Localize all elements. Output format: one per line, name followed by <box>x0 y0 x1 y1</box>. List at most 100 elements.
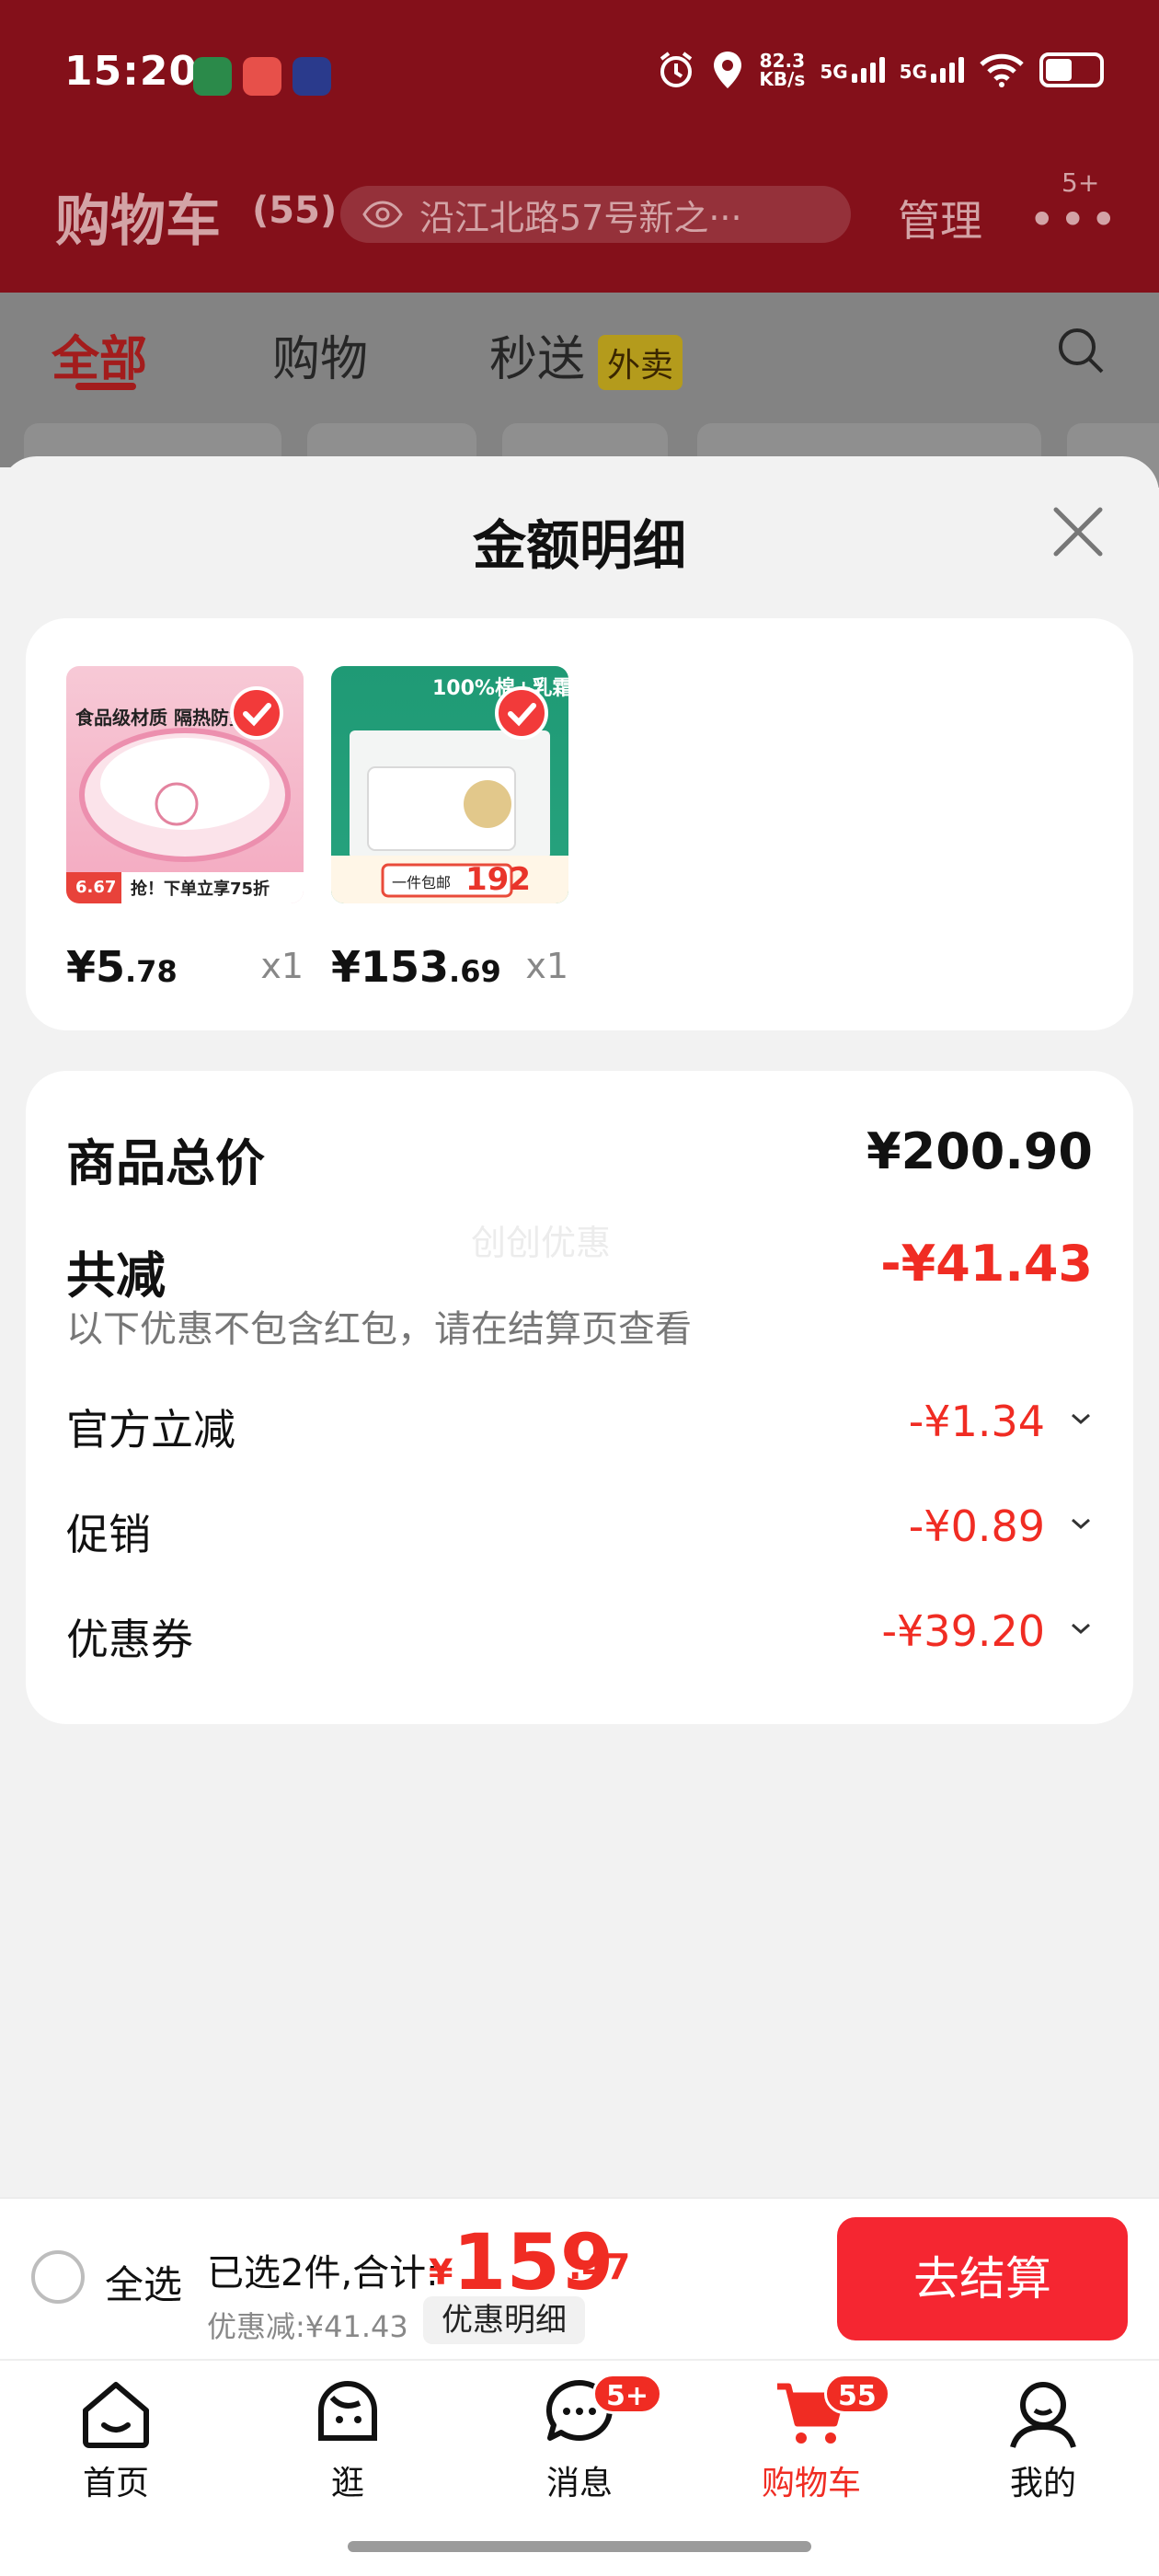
tab-shopping-label: 购物 <box>272 332 369 387</box>
sheet-title: 金额明细 <box>472 514 686 577</box>
thumbnail-tag: 192 <box>465 861 531 898</box>
sim1-label: 5G <box>820 61 848 83</box>
total-currency: ¥ <box>429 2252 453 2293</box>
discount-note: 以下优惠不包含红包，请在结算页查看 <box>66 1308 692 1351</box>
tabbar-browse[interactable]: 逛 <box>274 2374 421 2504</box>
battery-icon <box>1039 52 1104 87</box>
tab-all[interactable]: 全部 <box>52 320 147 389</box>
tab-instant-label: 秒送 <box>489 332 586 387</box>
chevron-down-icon[interactable] <box>1069 1409 1093 1428</box>
app-notification-icon <box>243 57 281 96</box>
close-icon[interactable] <box>1049 502 1107 561</box>
selected-check-icon[interactable] <box>230 686 283 740</box>
status-bar: 15:20 82.3 KB/s 5G 5G <box>0 0 1159 153</box>
network-speed: 82.3 KB/s <box>759 52 805 88</box>
home-indicator[interactable] <box>348 2541 811 2552</box>
thumbnail-tag: 6.67 <box>75 878 117 897</box>
network-speed-unit: KB/s <box>759 68 806 90</box>
eye-icon <box>362 201 403 228</box>
more-icon[interactable]: ••• <box>1028 193 1120 247</box>
discount-value: -¥1.34 <box>908 1397 1045 1446</box>
location-icon <box>714 52 742 88</box>
amount-detail-sheet: 金额明细 食品级材质 隔热防烫 抢！下单立享75折 6.67 ¥5.78 x1 … <box>0 456 1159 2195</box>
cart-tabs: 全部 购物 秒送 外卖 <box>0 293 1159 488</box>
tabbar-label: 我的 <box>1009 2465 1076 2502</box>
signal-sim2: 5G <box>900 57 964 83</box>
discount-total: 优惠减:¥41.43 <box>207 2309 408 2344</box>
notification-icons <box>193 57 331 96</box>
alarm-icon <box>660 52 693 87</box>
message-badge: 5+ <box>592 2374 663 2414</box>
address-selector[interactable]: 沿江北路57号新之··· <box>340 186 851 243</box>
discount-label: 优惠券 <box>66 1615 193 1664</box>
price-decimal: .78 <box>125 954 178 989</box>
tabbar-label: 首页 <box>82 2465 149 2502</box>
network-speed-value: 82.3 <box>759 50 806 72</box>
search-icon[interactable] <box>1056 326 1106 375</box>
thumbnail-promo: 一件包邮 <box>392 874 452 891</box>
chevron-down-icon[interactable] <box>1069 1514 1093 1533</box>
tabbar-label: 购物车 <box>761 2465 861 2502</box>
tab-active-indicator <box>75 383 136 390</box>
status-time: 15:20 <box>64 48 199 95</box>
tabbar-profile[interactable]: 我的 <box>970 2374 1117 2504</box>
address-text: 沿江北路57号新之··· <box>419 197 742 238</box>
product-price: ¥153.69 <box>331 942 501 992</box>
discount-detail-button[interactable]: 优惠明细 <box>423 2296 585 2344</box>
sim2-label: 5G <box>899 61 927 83</box>
profile-icon <box>1010 2382 1076 2448</box>
discount-value: -¥0.89 <box>908 1501 1045 1551</box>
total-price-value: ¥200.90 <box>866 1122 1093 1180</box>
price-integer: ¥153 <box>331 942 450 992</box>
product-thumbnail[interactable]: 100%棉+乳霜 一件包邮 192 <box>331 666 568 903</box>
thumbnail-promo: 抢！下单立享75折 <box>131 880 270 899</box>
app-notification-icon <box>193 57 232 96</box>
total-reduction-value: -¥41.43 <box>880 1235 1093 1293</box>
product-thumbnail[interactable]: 食品级材质 隔热防烫 抢！下单立享75折 6.67 <box>66 666 304 903</box>
total-reduction-row: 共减 -¥41.43 <box>66 1235 1093 1305</box>
product-list-card: 食品级材质 隔热防烫 抢！下单立享75折 6.67 ¥5.78 x1 100%棉… <box>26 618 1133 1030</box>
total-reduction-label: 共减 <box>66 1247 166 1305</box>
cart-badge: 55 <box>824 2374 890 2414</box>
tabbar-home[interactable]: 首页 <box>42 2374 189 2504</box>
price-breakdown-card: 商品总价 ¥200.90 创创优惠 共减 -¥41.43 以下优惠不包含红包，请… <box>26 1071 1133 1724</box>
total-price-row: 商品总价 ¥200.90 <box>66 1122 1093 1192</box>
product-quantity: x1 <box>525 946 568 986</box>
browse-icon <box>318 2381 377 2441</box>
price-decimal: .69 <box>449 954 501 989</box>
wifi-icon <box>980 53 1024 87</box>
checkout-button[interactable]: 去结算 <box>837 2217 1128 2340</box>
select-all-radio[interactable] <box>31 2250 85 2304</box>
discount-row-promotion[interactable]: 促销 -¥0.89 <box>66 1501 1093 1560</box>
tab-all-label: 全部 <box>52 332 148 387</box>
thumbnail-caption: 食品级材质 隔热防烫 <box>75 707 247 729</box>
checkout-bar: 全选 已选2件,合计: ¥ 159 .47 优惠减:¥41.43 优惠明细 去结… <box>0 2197 1159 2359</box>
discount-label: 促销 <box>66 1510 151 1559</box>
tabbar-label: 消息 <box>545 2465 613 2502</box>
selected-summary: 已选2件,合计: <box>207 2252 439 2294</box>
tabbar-cart[interactable]: 购物车 55 <box>738 2374 890 2504</box>
app-notification-icon <box>293 57 331 96</box>
discount-label: 官方立减 <box>66 1405 235 1455</box>
chevron-down-icon[interactable] <box>1069 1619 1093 1638</box>
tabbar-messages[interactable]: 消息 5+ <box>506 2374 663 2504</box>
total-price-label: 商品总价 <box>66 1134 265 1192</box>
home-icon <box>83 2382 149 2448</box>
product-quantity: x1 <box>260 946 304 986</box>
tab-instant-badge: 外卖 <box>598 335 683 390</box>
manage-button[interactable]: 管理 <box>898 188 982 248</box>
cart-count: (55) <box>252 190 338 232</box>
select-all-label[interactable]: 全选 <box>105 2254 182 2310</box>
signal-bars-icon <box>851 57 885 83</box>
price-integer: ¥5 <box>66 942 126 992</box>
more-badge: 5+ <box>1061 167 1100 198</box>
discount-value: -¥39.20 <box>881 1606 1045 1656</box>
tab-instant[interactable]: 秒送 外卖 <box>489 320 683 390</box>
signal-sim1: 5G <box>820 57 885 83</box>
selected-check-icon[interactable] <box>495 686 548 740</box>
page-title: 购物车 <box>55 190 221 254</box>
total-amount-decimal: .47 <box>568 2247 631 2287</box>
discount-row-official[interactable]: 官方立减 -¥1.34 <box>66 1397 1093 1455</box>
tab-shopping[interactable]: 购物 <box>272 320 368 389</box>
discount-row-coupon[interactable]: 优惠券 -¥39.20 <box>66 1606 1093 1665</box>
